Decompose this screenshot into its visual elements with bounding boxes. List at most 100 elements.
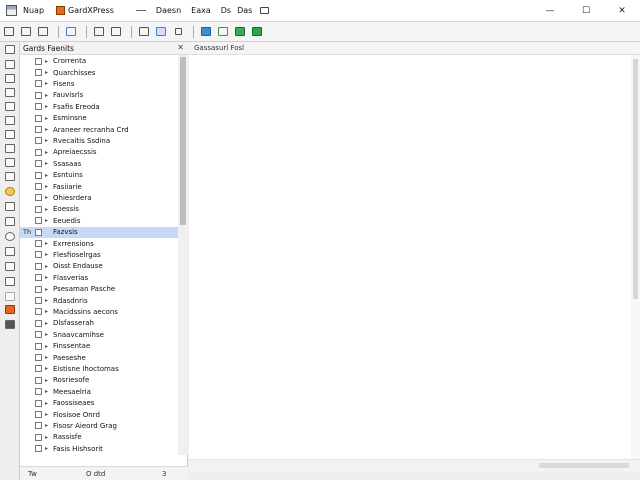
expand-arrow-icon[interactable]: ▸ [45,377,50,384]
row-checkbox[interactable] [35,217,42,225]
expand-arrow-icon[interactable]: ▸ [45,434,50,441]
print-icon[interactable] [36,25,50,39]
copy-icon[interactable] [92,25,106,39]
tree-row[interactable]: ▸ Eeuedis [20,215,178,226]
open-icon[interactable] [2,25,16,39]
row-checkbox[interactable] [35,422,42,430]
expand-arrow-icon[interactable]: ▸ [45,286,50,293]
tree-row[interactable]: ▸ Quarchisses [20,67,178,78]
brush-rail-icon[interactable] [5,102,15,111]
row-checkbox[interactable] [35,160,42,168]
row-checkbox[interactable] [35,308,42,316]
expand-arrow-icon[interactable]: ▸ [45,69,50,76]
close-button[interactable]: ✕ [604,0,640,22]
expand-arrow-icon[interactable]: ▸ [45,217,50,224]
tree-row[interactable]: ▸ Fasiiarie [20,181,178,192]
document-vertical-thumb[interactable] [633,59,638,299]
pages-rail-icon[interactable] [5,74,15,83]
title-menu-eaxa[interactable]: Eaxa [191,6,211,15]
row-checkbox[interactable] [35,126,42,134]
row-checkbox[interactable] [35,205,42,213]
tree-row[interactable]: ▸ Esminsne [20,113,178,124]
run-icon[interactable] [250,25,264,39]
expand-arrow-icon[interactable]: ▸ [45,206,50,213]
layers-rail-icon[interactable] [5,60,15,69]
expand-arrow-icon[interactable]: ▸ [45,92,50,99]
folder-icon[interactable] [216,25,230,39]
window-rail-icon[interactable] [5,130,15,139]
cut-icon[interactable] [64,25,78,39]
tree-row[interactable]: ▸ Finssentae [20,341,178,352]
document-canvas[interactable]: Gassasurl Fosl [189,42,640,480]
expand-arrow-icon[interactable]: ▸ [45,240,50,247]
expand-arrow-icon[interactable]: ▸ [45,194,50,201]
tree-row[interactable]: Th Fazvsis [20,226,178,238]
document-tab[interactable]: Gassasurl Fosl [189,42,640,55]
table-rail-icon[interactable] [5,247,15,256]
panel-footer-left[interactable]: Tw [28,470,37,478]
expand-arrow-icon[interactable]: ▸ [45,58,50,65]
tree-row[interactable]: ▸ Exrrensions [20,238,178,249]
tools-rail-icon[interactable] [5,88,15,97]
row-checkbox[interactable] [35,228,42,236]
row-checkbox[interactable] [35,114,42,122]
row-checkbox[interactable] [35,80,42,88]
save-icon[interactable] [19,25,33,39]
color-swatch-icon[interactable] [5,305,15,314]
panel-footer-mid[interactable]: O dtd [86,470,105,478]
tree-row[interactable]: ▸ Flesfioselrgas [20,249,178,260]
settings-rail-icon[interactable] [5,277,15,286]
tree-row[interactable]: ▸ Rassisfe [20,432,178,443]
row-checkbox[interactable] [35,194,42,202]
row-checkbox[interactable] [35,240,42,248]
expand-arrow-icon[interactable]: ▸ [45,422,50,429]
row-checkbox[interactable] [35,137,42,145]
image-icon[interactable] [199,25,213,39]
tree-row[interactable]: ▸ Crorrenta [20,56,178,67]
expand-arrow-icon[interactable]: ▸ [45,80,50,87]
tree-row[interactable]: ▸ Fisosr Aieord Grag [20,420,178,431]
link-rail-icon[interactable] [5,158,15,167]
undo-icon[interactable] [137,25,151,39]
text-rail-icon[interactable] [5,116,15,125]
expand-arrow-icon[interactable]: ▸ [45,411,50,418]
panel-close-icon[interactable]: ✕ [177,43,184,52]
expand-arrow-icon[interactable]: ▸ [45,137,50,144]
expand-arrow-icon[interactable]: ▸ [45,263,50,270]
expand-arrow-icon[interactable]: ▸ [45,160,50,167]
row-checkbox[interactable] [35,319,42,327]
expand-arrow-icon[interactable]: ▸ [45,297,50,304]
tree-row[interactable]: ▸ Ssasaas [20,158,178,169]
tree-row[interactable]: ▸ Paeseshe [20,352,178,363]
row-checkbox[interactable] [35,103,42,111]
tree-row[interactable]: ▸ Eoessis [20,204,178,215]
row-checkbox[interactable] [35,148,42,156]
tree-row[interactable]: ▸ Fasis Hishsorit [20,443,178,454]
tree-row[interactable]: ▸ Fiosisoe Onrd [20,409,178,420]
tree-row[interactable]: ▸ Esntuins [20,170,178,181]
row-checkbox[interactable] [35,376,42,384]
maximize-button[interactable]: ☐ [568,0,604,22]
undo-rail-icon[interactable] [5,45,15,54]
script-rail-icon[interactable] [5,320,15,329]
row-checkbox[interactable] [35,411,42,419]
row-checkbox[interactable] [35,251,42,259]
expand-arrow-icon[interactable]: ▸ [45,320,50,327]
tree-row[interactable]: ▸ Rvecaitis Ssdina [20,135,178,146]
title-menu-ds[interactable]: Ds [221,6,231,15]
title-menu-das[interactable]: Das [237,6,252,15]
minimize-button[interactable]: — [532,0,568,22]
expand-arrow-icon[interactable]: ▸ [45,115,50,122]
expand-arrow-icon[interactable]: ▸ [45,126,50,133]
panel-scrollbar-thumb[interactable] [180,57,186,225]
expand-arrow-icon[interactable]: ▸ [45,149,50,156]
tree-row[interactable]: ▸ Ohiesrdera [20,192,178,203]
chart-rail-icon[interactable] [5,262,15,271]
row-checkbox[interactable] [35,445,42,453]
expand-arrow-icon[interactable]: ▸ [45,388,50,395]
tree-row[interactable]: ▸ Macidssins aecons [20,306,178,317]
row-checkbox[interactable] [35,274,42,282]
expand-arrow-icon[interactable]: ▸ [45,400,50,407]
tree-row[interactable]: ▸ Snaavcamihse [20,329,178,340]
row-checkbox[interactable] [35,342,42,350]
